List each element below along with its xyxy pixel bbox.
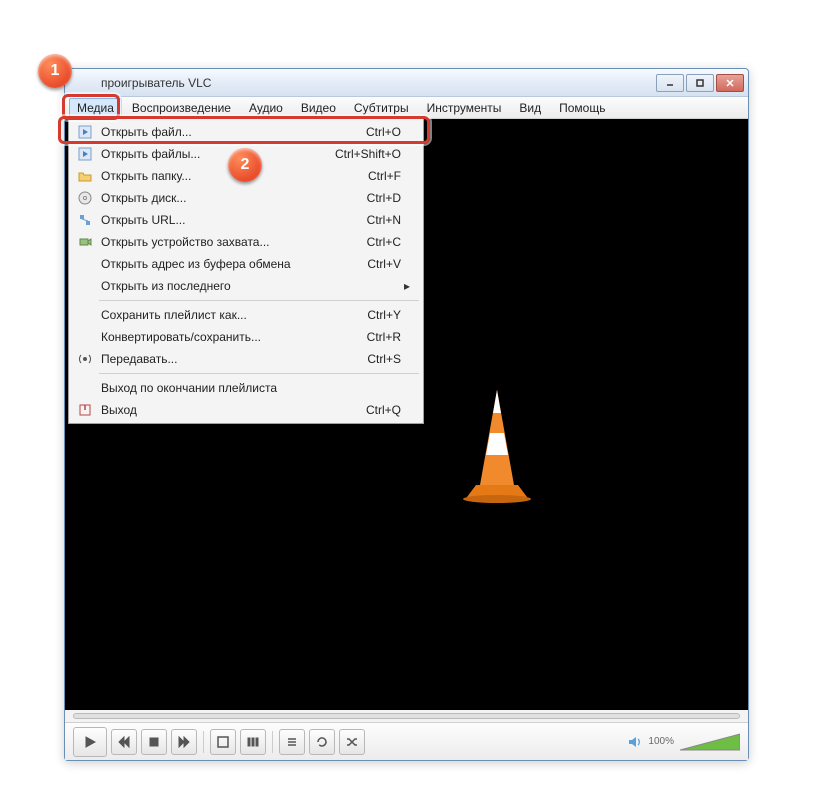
menu-item-shortcut: Ctrl+Shift+O — [323, 147, 401, 161]
menu-item-label: Открыть папку... — [97, 169, 356, 183]
menu-item-label: Открыть URL... — [97, 213, 355, 227]
prev-button[interactable] — [111, 729, 137, 755]
menubar: Медиа Воспроизведение Аудио Видео Субтит… — [65, 97, 748, 119]
menu-item-label: Открыть файлы... — [97, 147, 323, 161]
next-button[interactable] — [171, 729, 197, 755]
network-icon — [73, 213, 97, 227]
vlc-cone-icon — [452, 385, 542, 505]
menu-separator — [99, 300, 419, 301]
menu-item-label: Открыть устройство захвата... — [97, 235, 355, 249]
menu-audio[interactable]: Аудио — [241, 98, 291, 118]
menu-video[interactable]: Видео — [293, 98, 344, 118]
loop-button[interactable] — [309, 729, 335, 755]
quit-icon — [73, 403, 97, 417]
stop-button[interactable] — [141, 729, 167, 755]
separator — [272, 731, 273, 753]
menu-subtitles[interactable]: Субтитры — [346, 98, 417, 118]
menu-open-recent[interactable]: Открыть из последнего ▸ — [71, 275, 421, 297]
menu-item-label: Открыть из последнего — [97, 279, 389, 293]
menu-quit-after[interactable]: Выход по окончании плейлиста — [71, 377, 421, 399]
controls-bar: 100% — [65, 722, 748, 760]
shuffle-button[interactable] — [339, 729, 365, 755]
menu-item-label: Выход по окончании плейлиста — [97, 381, 389, 395]
menu-open-clipboard[interactable]: Открыть адрес из буфера обмена Ctrl+V — [71, 253, 421, 275]
maximize-button[interactable] — [686, 74, 714, 92]
menu-quit[interactable]: Выход Ctrl+Q — [71, 399, 421, 421]
menu-item-shortcut: Ctrl+D — [355, 191, 401, 205]
menu-open-file[interactable]: Открыть файл... Ctrl+O — [71, 121, 421, 143]
menu-open-url[interactable]: Открыть URL... Ctrl+N — [71, 209, 421, 231]
window-title: проигрыватель VLC — [73, 76, 656, 90]
menu-item-shortcut: Ctrl+N — [355, 213, 401, 227]
media-menu-dropdown: Открыть файл... Ctrl+O Открыть файлы... … — [68, 118, 424, 424]
play-file-icon — [73, 147, 97, 161]
play-file-icon — [73, 125, 97, 139]
menu-item-shortcut: Ctrl+F — [356, 169, 401, 183]
titlebar[interactable]: проигрыватель VLC — [65, 69, 748, 97]
menu-media[interactable]: Медиа — [69, 98, 122, 118]
menu-separator — [99, 373, 419, 374]
menu-open-capture[interactable]: Открыть устройство захвата... Ctrl+C — [71, 231, 421, 253]
submenu-arrow-icon: ▸ — [401, 279, 413, 293]
playlist-button[interactable] — [279, 729, 305, 755]
play-button[interactable] — [73, 727, 107, 757]
disc-icon — [73, 191, 97, 205]
speaker-icon — [628, 735, 642, 749]
window-buttons — [656, 74, 744, 92]
ext-settings-button[interactable] — [240, 729, 266, 755]
menu-view[interactable]: Вид — [511, 98, 549, 118]
menu-open-files[interactable]: Открыть файлы... Ctrl+Shift+O — [71, 143, 421, 165]
menu-item-label: Выход — [97, 403, 354, 417]
capture-icon — [73, 235, 97, 249]
menu-help[interactable]: Помощь — [551, 98, 613, 118]
menu-item-label: Сохранить плейлист как... — [97, 308, 355, 322]
volume-slider[interactable] — [680, 732, 740, 752]
menu-item-label: Конвертировать/сохранить... — [97, 330, 355, 344]
menu-item-shortcut: Ctrl+Q — [354, 403, 401, 417]
seek-track[interactable] — [73, 713, 740, 719]
minimize-button[interactable] — [656, 74, 684, 92]
volume-control[interactable]: 100% — [628, 732, 740, 752]
menu-open-folder[interactable]: Открыть папку... Ctrl+F — [71, 165, 421, 187]
menu-playback[interactable]: Воспроизведение — [124, 98, 239, 118]
close-button[interactable] — [716, 74, 744, 92]
menu-open-disc[interactable]: Открыть диск... Ctrl+D — [71, 187, 421, 209]
fullscreen-button[interactable] — [210, 729, 236, 755]
antenna-icon — [73, 352, 97, 366]
menu-convert[interactable]: Конвертировать/сохранить... Ctrl+R — [71, 326, 421, 348]
menu-item-shortcut: Ctrl+Y — [355, 308, 401, 322]
menu-item-shortcut: Ctrl+C — [355, 235, 401, 249]
menu-item-shortcut: Ctrl+V — [355, 257, 401, 271]
menu-item-shortcut: Ctrl+O — [354, 125, 401, 139]
menu-item-label: Передавать... — [97, 352, 355, 366]
seek-bar[interactable] — [65, 710, 748, 722]
menu-item-label: Открыть файл... — [97, 125, 354, 139]
menu-tools[interactable]: Инструменты — [419, 98, 510, 118]
separator — [203, 731, 204, 753]
menu-item-shortcut: Ctrl+R — [355, 330, 401, 344]
menu-stream[interactable]: Передавать... Ctrl+S — [71, 348, 421, 370]
menu-item-label: Открыть диск... — [97, 191, 355, 205]
menu-item-label: Открыть адрес из буфера обмена — [97, 257, 355, 271]
volume-percent: 100% — [648, 736, 674, 747]
menu-item-shortcut: Ctrl+S — [355, 352, 401, 366]
folder-icon — [73, 169, 97, 183]
menu-save-playlist[interactable]: Сохранить плейлист как... Ctrl+Y — [71, 304, 421, 326]
